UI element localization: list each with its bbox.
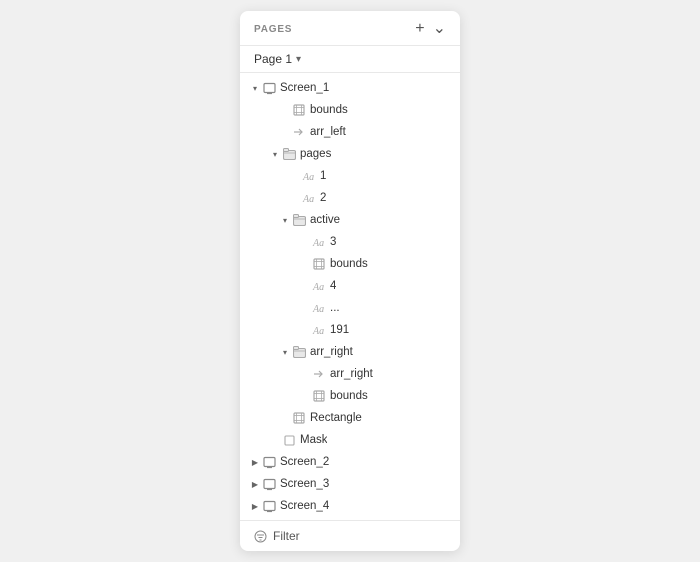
svg-text:Aa: Aa — [312, 304, 324, 314]
tree-node-text2[interactable]: Aa 2 — [240, 187, 460, 209]
add-page-button[interactable]: + — [415, 21, 424, 37]
tree-node-screen2[interactable]: ▶ Screen_2 — [240, 451, 460, 473]
tree-node-arr_right_group[interactable]: ▾ arr_right — [240, 341, 460, 363]
toggle-icon[interactable] — [298, 257, 312, 271]
frame-icon — [262, 477, 276, 491]
node-label: bounds — [310, 104, 348, 116]
tree-node-text1[interactable]: Aa 1 — [240, 165, 460, 187]
tree-node-screen4[interactable]: ▶ Screen_4 — [240, 495, 460, 517]
toggle-icon[interactable]: ▾ — [278, 345, 292, 359]
node-label: ... — [330, 302, 340, 314]
toggle-icon[interactable] — [298, 323, 312, 337]
tree-node-arr_right_sym[interactable]: arr_right — [240, 363, 460, 385]
text-icon: Aa — [302, 191, 316, 205]
toggle-icon[interactable]: ▶ — [248, 455, 262, 469]
node-label: 3 — [330, 236, 336, 248]
frame-icon — [262, 455, 276, 469]
text-icon: Aa — [312, 235, 326, 249]
tree-node-active[interactable]: ▾ active — [240, 209, 460, 231]
tree-node-bounds1[interactable]: bounds — [240, 99, 460, 121]
svg-text:Aa: Aa — [302, 194, 314, 204]
node-label: arr_right — [310, 346, 353, 358]
pages-menu-button[interactable]: ⌄ — [433, 21, 446, 37]
group-icon — [282, 147, 296, 161]
toggle-icon[interactable]: ▶ — [248, 477, 262, 491]
tree-node-text191[interactable]: Aa 191 — [240, 319, 460, 341]
node-label: Screen_4 — [280, 500, 329, 512]
text-icon: Aa — [302, 169, 316, 183]
toggle-icon[interactable] — [298, 389, 312, 403]
toggle-icon[interactable]: ▾ — [268, 147, 282, 161]
filter-icon — [254, 530, 267, 543]
filter-bar[interactable]: Filter — [240, 520, 460, 551]
text-icon: Aa — [312, 301, 326, 315]
symbol-icon — [292, 125, 306, 139]
svg-text:Aa: Aa — [312, 282, 324, 292]
node-label: 1 — [320, 170, 326, 182]
node-label: Mask — [300, 434, 327, 446]
svg-text:Aa: Aa — [312, 326, 324, 336]
frame_small-icon — [282, 433, 296, 447]
group-icon — [292, 213, 306, 227]
svg-text:Aa: Aa — [302, 172, 314, 182]
page-selector-chevron: ▾ — [296, 54, 301, 65]
node-label: bounds — [330, 390, 368, 402]
page-selector-label: Page 1 — [254, 52, 292, 66]
frame-icon — [262, 81, 276, 95]
text-icon: Aa — [312, 279, 326, 293]
frame-icon — [312, 257, 326, 271]
node-label: Screen_1 — [280, 82, 329, 94]
node-label: Screen_2 — [280, 456, 329, 468]
panel-title: PAGES — [254, 24, 292, 35]
node-label: 191 — [330, 324, 349, 336]
tree-node-text3[interactable]: Aa 3 — [240, 231, 460, 253]
frame-icon — [292, 103, 306, 117]
symbol-icon — [312, 367, 326, 381]
tree-node-arr_left[interactable]: arr_left — [240, 121, 460, 143]
toggle-icon[interactable]: ▾ — [278, 213, 292, 227]
layer-tree: ▾ Screen_1 bounds arr_left ▾ pages — [240, 73, 460, 520]
node-label: 2 — [320, 192, 326, 204]
tree-node-mask[interactable]: Mask — [240, 429, 460, 451]
group-icon — [292, 345, 306, 359]
toggle-icon[interactable] — [298, 279, 312, 293]
text-icon: Aa — [312, 323, 326, 337]
toggle-icon[interactable]: ▶ — [248, 499, 262, 513]
tree-node-bounds3[interactable]: bounds — [240, 385, 460, 407]
tree-node-bounds2[interactable]: bounds — [240, 253, 460, 275]
frame-icon — [262, 499, 276, 513]
panel-header: PAGES + ⌄ — [240, 11, 460, 46]
node-label: bounds — [330, 258, 368, 270]
svg-text:Aa: Aa — [312, 238, 324, 248]
page-selector[interactable]: Page 1 ▾ — [240, 46, 460, 73]
toggle-icon[interactable] — [288, 191, 302, 205]
toggle-icon[interactable] — [278, 125, 292, 139]
toggle-icon[interactable] — [298, 235, 312, 249]
node-label: active — [310, 214, 340, 226]
node-label: arr_right — [330, 368, 373, 380]
frame-icon — [312, 389, 326, 403]
frame-icon — [292, 411, 306, 425]
filter-label: Filter — [273, 529, 300, 543]
node-label: pages — [300, 148, 331, 160]
node-label: 4 — [330, 280, 336, 292]
tree-node-screen3[interactable]: ▶ Screen_3 — [240, 473, 460, 495]
tree-node-textdots[interactable]: Aa ... — [240, 297, 460, 319]
node-label: arr_left — [310, 126, 346, 138]
toggle-icon[interactable] — [278, 103, 292, 117]
toggle-icon[interactable] — [268, 433, 282, 447]
node-label: Rectangle — [310, 412, 362, 424]
toggle-icon[interactable] — [288, 169, 302, 183]
tree-node-text4[interactable]: Aa 4 — [240, 275, 460, 297]
tree-node-pages[interactable]: ▾ pages — [240, 143, 460, 165]
node-label: Screen_3 — [280, 478, 329, 490]
toggle-icon[interactable]: ▾ — [248, 81, 262, 95]
toggle-icon[interactable] — [298, 301, 312, 315]
header-actions: + ⌄ — [415, 21, 446, 37]
tree-node-screen1[interactable]: ▾ Screen_1 — [240, 77, 460, 99]
toggle-icon[interactable] — [298, 367, 312, 381]
toggle-icon[interactable] — [278, 411, 292, 425]
tree-node-rectangle[interactable]: Rectangle — [240, 407, 460, 429]
